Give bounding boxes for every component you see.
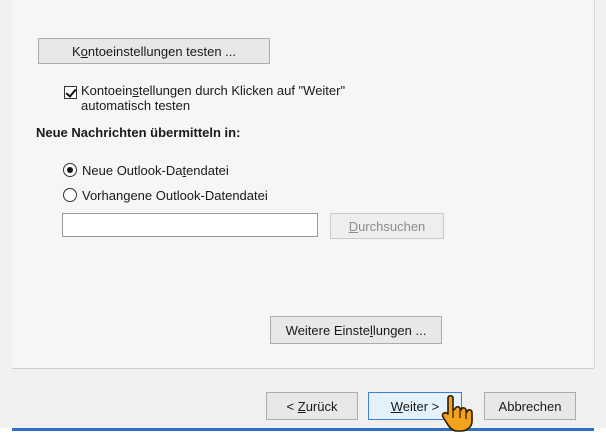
window-accent-border	[12, 428, 594, 431]
browse-button[interactable]: Durchsuchen	[330, 213, 444, 239]
test-account-settings-button[interactable]: Kontoeinstellungen testen ...	[38, 38, 270, 64]
new-outlook-data-file-radio[interactable]	[63, 163, 77, 177]
more-settings-button[interactable]: Weitere Einstellungen ...	[270, 316, 442, 344]
deliver-new-messages-heading: Neue Nachrichten übermitteln in:	[36, 125, 241, 140]
existing-outlook-data-file-radio[interactable]	[63, 188, 77, 202]
existing-outlook-data-file-label: Vorhangene Outlook-Datendatei	[82, 188, 268, 203]
more-settings-label: Weitere Einstellungen ...	[285, 322, 427, 338]
browse-button-label: Durchsuchen	[348, 218, 426, 234]
new-outlook-data-file-label: Neue Outlook-Datendatei	[82, 163, 229, 178]
test-account-settings-label: Kontoeinstellungen testen ...	[71, 43, 237, 59]
next-button-label: Weiter >	[390, 398, 440, 414]
back-button[interactable]: < Zurück	[266, 392, 358, 420]
data-file-path-input[interactable]	[62, 213, 318, 237]
cancel-button[interactable]: Abbrechen	[484, 392, 576, 420]
back-button-label: < Zurück	[286, 398, 338, 414]
cancel-button-label: Abbrechen	[498, 398, 562, 414]
auto-test-checkbox-label: Kontoeinstellungen durch Klicken auf "We…	[81, 83, 346, 113]
auto-test-checkbox[interactable]	[64, 86, 77, 99]
hand-pointer-icon	[441, 394, 473, 432]
